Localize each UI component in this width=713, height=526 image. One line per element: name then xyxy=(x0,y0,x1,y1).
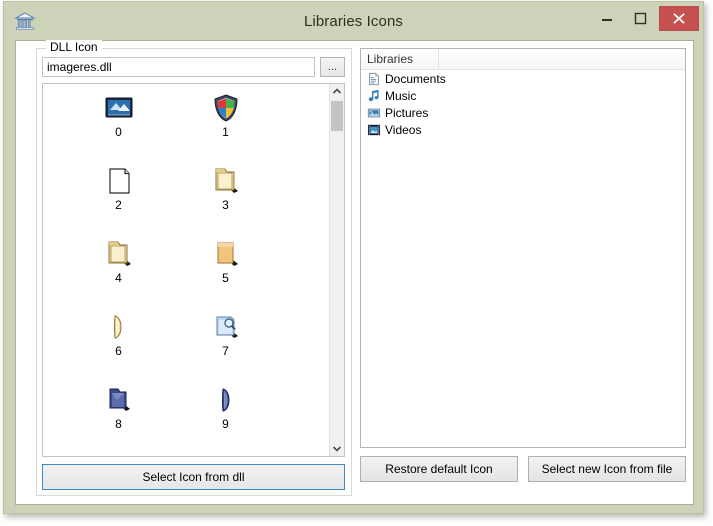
maximize-icon xyxy=(634,12,647,25)
icon-list-scrollbar[interactable] xyxy=(329,84,344,456)
chevron-down-icon xyxy=(332,446,342,452)
icon-cell[interactable]: 5 xyxy=(172,230,279,306)
select-new-icon-from-file-button[interactable]: Select new Icon from file xyxy=(528,456,686,482)
icon-index-label: 4 xyxy=(115,271,122,285)
icon-cell[interactable]: 1 xyxy=(172,84,279,160)
libraries-list-header: Libraries xyxy=(361,49,685,70)
icon-cell[interactable]: 8 xyxy=(65,376,172,452)
scrollbar-thumb[interactable] xyxy=(331,101,343,131)
videos-library-icon xyxy=(367,124,381,135)
restore-default-icon-button[interactable]: Restore default Icon xyxy=(360,456,518,482)
icon-list-panel[interactable]: 0 1 2 3 4 5 6 7 8 9 xyxy=(42,83,345,457)
blue-folder-open-icon xyxy=(109,388,130,411)
icon-index-label: 3 xyxy=(222,198,229,212)
list-item-label: Documents xyxy=(385,71,446,86)
icon-index-label: 9 xyxy=(222,417,229,431)
list-item[interactable]: Music xyxy=(361,87,685,104)
icon-cell[interactable]: 2 xyxy=(65,157,172,233)
list-item[interactable]: Pictures xyxy=(361,104,685,121)
icon-grid: 0 1 2 3 4 5 6 7 8 9 xyxy=(43,84,329,456)
list-item-label: Pictures xyxy=(385,105,429,120)
folder-side-icon xyxy=(113,315,122,339)
list-item-label: Videos xyxy=(385,122,422,137)
dll-icon-group: DLL Icon ... 0 xyxy=(36,40,352,496)
icon-cell[interactable]: 0 xyxy=(65,84,172,160)
folder-search-icon xyxy=(216,316,238,338)
chevron-up-icon xyxy=(332,88,342,94)
list-item-label: Music xyxy=(385,88,417,103)
blank-document-icon xyxy=(108,168,130,194)
icon-index-label: 0 xyxy=(115,125,122,139)
close-button[interactable] xyxy=(659,6,699,31)
minimize-button[interactable] xyxy=(589,6,623,31)
dll-icon-group-label: DLL Icon xyxy=(46,40,102,54)
libraries-items: Documents Music Pictures Videos xyxy=(361,70,685,138)
client-area: DLL Icon ... 0 xyxy=(15,40,694,505)
icon-cell[interactable]: 3 xyxy=(172,157,279,233)
maximize-button[interactable] xyxy=(623,6,657,31)
icon-index-label: 2 xyxy=(115,198,122,212)
icon-cell[interactable]: 6 xyxy=(65,303,172,379)
icon-index-label: 1 xyxy=(222,125,229,139)
icon-cell[interactable]: 4 xyxy=(65,230,172,306)
dll-path-input[interactable] xyxy=(42,57,315,77)
pictures-library-icon xyxy=(367,108,381,117)
libraries-column-header[interactable]: Libraries xyxy=(361,49,439,69)
browse-dll-button[interactable]: ... xyxy=(320,57,345,77)
icon-index-label: 8 xyxy=(115,417,122,431)
icon-index-label: 6 xyxy=(115,344,122,358)
monitor-display-icon xyxy=(105,97,132,118)
folder-open-icon xyxy=(108,241,131,266)
music-library-icon xyxy=(368,89,379,101)
scrollbar-down-button[interactable] xyxy=(330,441,344,456)
folder-closed-icon xyxy=(217,242,238,266)
list-item[interactable]: Documents xyxy=(361,70,685,87)
select-icon-from-dll-button[interactable]: Select Icon from dll xyxy=(42,464,345,490)
icon-index-label: 7 xyxy=(222,344,229,358)
security-shield-icon xyxy=(213,94,238,122)
close-icon xyxy=(673,13,685,24)
icon-index-label: 5 xyxy=(222,271,229,285)
libraries-list-view[interactable]: Libraries Documents Music Pictures Video… xyxy=(360,48,686,448)
minimize-icon xyxy=(602,19,612,21)
title-bar: Libraries Icons xyxy=(4,2,703,40)
icon-cell[interactable]: 9 xyxy=(172,376,279,452)
blue-folder-side-icon xyxy=(221,388,230,412)
icon-cell[interactable]: 7 xyxy=(172,303,279,379)
folder-open-icon xyxy=(215,168,238,193)
application-window: Libraries Icons DLL Icon ... xyxy=(3,1,704,514)
scrollbar-up-button[interactable] xyxy=(330,84,344,99)
list-item[interactable]: Videos xyxy=(361,121,685,138)
documents-library-icon xyxy=(369,72,379,85)
